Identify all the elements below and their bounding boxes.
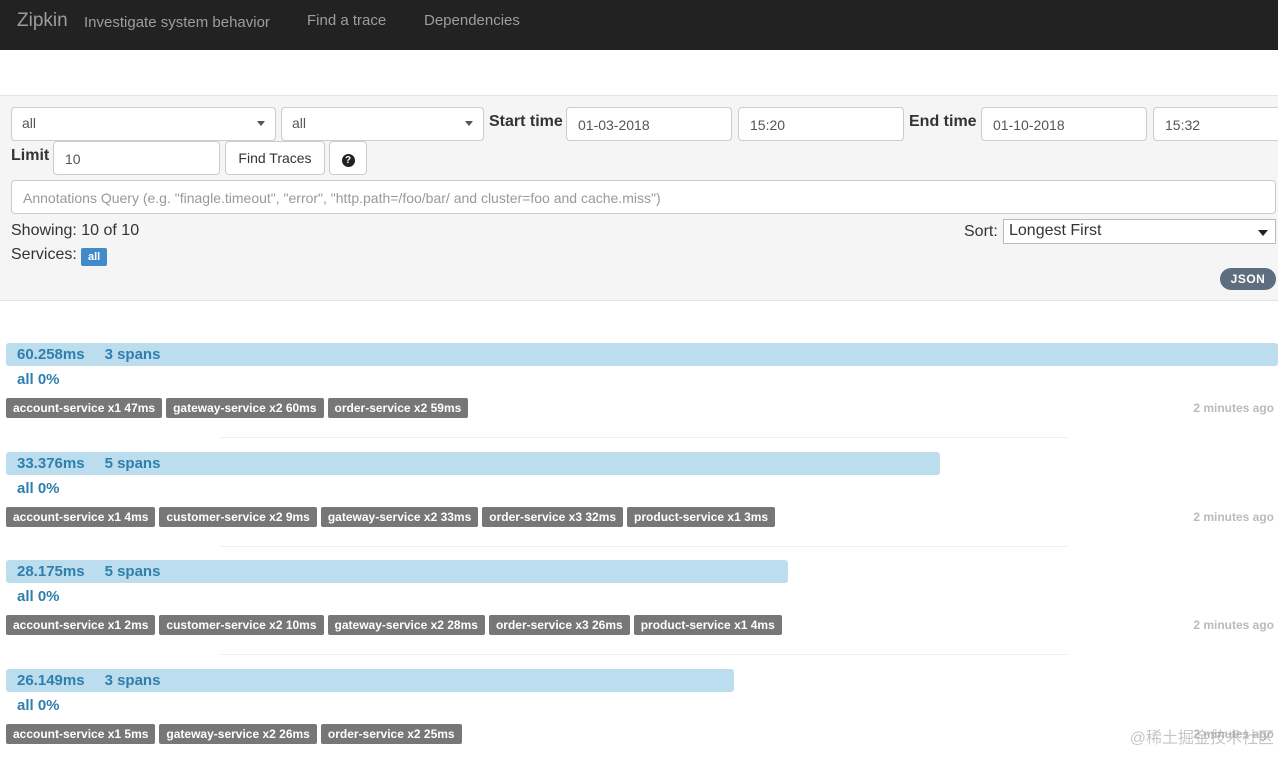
sort-select-value: Longest First (1009, 222, 1102, 239)
trace-service-percent: all 0% (17, 371, 60, 388)
trace-timestamp: 2 minutes ago (1193, 401, 1274, 415)
service-badge[interactable]: gateway-service x2 60ms (166, 398, 324, 418)
trace-divider (220, 437, 1068, 438)
trace-duration-bar[interactable]: 60.258ms 3 spans (6, 343, 1278, 366)
trace-timestamp: 2 minutes ago (1193, 618, 1274, 632)
services-label: Services: (11, 246, 77, 263)
trace-timestamp: 2 minutes ago (1193, 510, 1274, 524)
start-date-input[interactable]: 01-03-2018 (566, 107, 732, 141)
trace-span-count: 3 spans (104, 346, 161, 363)
service-badge[interactable]: account-service x1 5ms (6, 724, 156, 744)
service-select-value: all (22, 115, 37, 131)
start-time-input[interactable]: 15:20 (738, 107, 904, 141)
service-badge[interactable]: gateway-service x2 33ms (320, 507, 479, 527)
trace-row[interactable]: 33.376ms 5 spans all 0% account-service x1 … (0, 452, 1278, 560)
trace-duration: 33.376ms (17, 455, 85, 472)
sort-label: Sort: (964, 223, 998, 240)
find-traces-button[interactable]: Find Traces (225, 141, 325, 175)
service-badge[interactable]: order-service x3 32ms (482, 507, 624, 527)
trace-service-percent: all 0% (17, 480, 60, 497)
search-panel: all all Start time 01-03-2018 15:20 End … (0, 95, 1278, 301)
service-badge[interactable]: product-service x1 3ms (627, 507, 776, 527)
service-badge[interactable]: gateway-service x2 28ms (327, 615, 485, 635)
navbar: Zipkin Investigate system behavior Find … (0, 0, 1278, 50)
service-badge[interactable]: account-service x1 4ms (6, 507, 156, 527)
trace-service-percent: all 0% (17, 588, 60, 605)
service-badge[interactable]: customer-service x2 10ms (159, 615, 324, 635)
trace-row[interactable]: 60.258ms 3 spans all 0% account-service x1 … (0, 343, 1278, 451)
trace-duration: 60.258ms (17, 346, 85, 363)
end-time-label: End time (909, 113, 977, 130)
showing-count: Showing: 10 of 10 (11, 222, 140, 239)
trace-duration-bar[interactable]: 28.175ms 5 spans (6, 560, 788, 583)
chevron-down-icon (465, 121, 473, 126)
watermark: @稀土掘金技术社区 (1129, 730, 1274, 747)
service-badge[interactable]: gateway-service x2 26ms (159, 724, 317, 744)
trace-duration: 28.175ms (17, 563, 85, 580)
service-badge[interactable]: product-service x1 4ms (633, 615, 782, 635)
brand-tagline: Investigate system behavior (84, 14, 270, 31)
trace-row[interactable]: 26.149ms 3 spans all 0% account-service x1 … (0, 669, 1278, 777)
question-circle-icon: ? (341, 154, 355, 167)
trace-duration-bar[interactable]: 26.149ms 3 spans (6, 669, 734, 692)
nav-dependencies[interactable]: Dependencies (424, 12, 520, 29)
span-select-value: all (292, 115, 307, 131)
trace-services: account-service x1 5ms gateway-service x2… (6, 724, 462, 744)
trace-divider (220, 546, 1068, 547)
json-button[interactable]: JSON (1220, 268, 1276, 290)
services-badge-all[interactable]: all (81, 248, 108, 266)
span-select[interactable]: all (281, 107, 484, 141)
trace-services: account-service x1 4ms customer-service x… (6, 507, 776, 527)
start-time-label: Start time (489, 113, 563, 130)
brand-logo[interactable]: Zipkin (17, 10, 68, 32)
service-badge[interactable]: order-service x3 26ms (488, 615, 630, 635)
chevron-down-icon (257, 121, 265, 126)
nav-find-trace[interactable]: Find a trace (307, 12, 386, 29)
service-badge[interactable]: customer-service x2 9ms (159, 507, 317, 527)
trace-span-count: 3 spans (104, 672, 161, 689)
service-badge[interactable]: order-service x2 59ms (327, 398, 469, 418)
limit-input[interactable]: 10 (53, 141, 220, 175)
service-badge[interactable]: account-service x1 47ms (6, 398, 163, 418)
service-select[interactable]: all (11, 107, 276, 141)
trace-services: account-service x1 47ms gateway-service x… (6, 398, 469, 418)
trace-duration-bar[interactable]: 33.376ms 5 spans (6, 452, 940, 475)
limit-label: Limit (11, 147, 50, 164)
service-badge[interactable]: order-service x2 25ms (320, 724, 462, 744)
annotations-query-input[interactable]: Annotations Query (e.g. "finagle.timeout… (11, 180, 1276, 214)
help-button[interactable]: ? (329, 141, 367, 175)
trace-duration: 26.149ms (17, 672, 85, 689)
trace-service-percent: all 0% (17, 697, 60, 714)
end-time-input[interactable]: 15:32 (1153, 107, 1278, 141)
service-badge[interactable]: account-service x1 2ms (6, 615, 156, 635)
trace-divider (220, 654, 1068, 655)
trace-services: account-service x1 2ms customer-service x… (6, 615, 782, 635)
trace-span-count: 5 spans (104, 563, 161, 580)
trace-row[interactable]: 28.175ms 5 spans all 0% account-service x1 … (0, 560, 1278, 668)
end-date-input[interactable]: 01-10-2018 (981, 107, 1147, 141)
sort-select[interactable]: Longest First (1003, 219, 1276, 244)
chevron-down-icon (1258, 230, 1268, 236)
trace-span-count: 5 spans (104, 455, 161, 472)
